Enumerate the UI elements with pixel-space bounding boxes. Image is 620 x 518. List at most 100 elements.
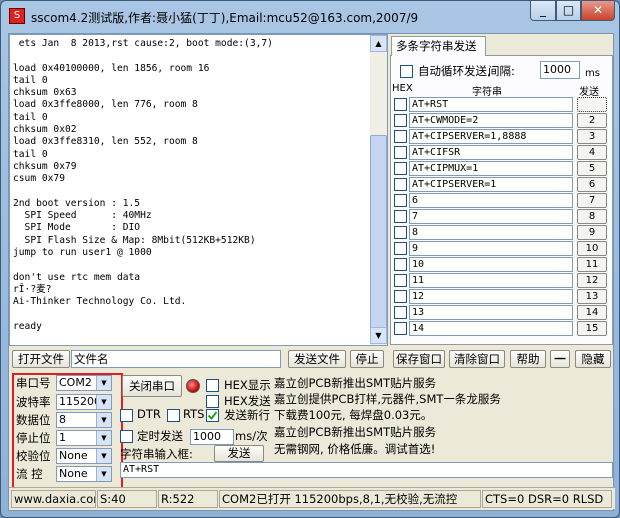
row-hex-checkbox[interactable] (394, 98, 407, 111)
terminal-scrollbar[interactable]: ▲ ▼ (370, 35, 387, 345)
ad-line[interactable]: 嘉立创提供PCB打样,元器件,SMT一条龙服务 (274, 391, 501, 407)
row-string-input[interactable]: AT+CIPMUX=1 (409, 161, 573, 176)
hex-send-checkbox[interactable] (206, 395, 219, 408)
row-hex-checkbox[interactable] (394, 146, 407, 159)
hide-button[interactable]: 隐藏 (575, 350, 611, 368)
chevron-down-icon[interactable]: ▼ (96, 395, 111, 409)
status-bar: www.daxia.com S:40 R:522 COM2已打开 115200b… (9, 487, 615, 509)
row-string-input[interactable]: AT+CIPSERVER=1,8888 (409, 129, 573, 144)
databits-select[interactable]: 8 ▼ (56, 412, 112, 428)
timed-interval-input[interactable]: 1000 (190, 429, 234, 445)
row-hex-checkbox[interactable] (394, 226, 407, 239)
chevron-down-icon[interactable]: ▼ (96, 413, 111, 427)
send-button[interactable]: 发送 (214, 445, 264, 462)
timed-send-checkbox[interactable] (120, 430, 133, 443)
clear-window-button[interactable]: 清除窗口 (449, 350, 505, 368)
row-send-button[interactable]: 4 (577, 145, 607, 160)
row-send-button[interactable]: 2 (577, 113, 607, 128)
row-send-button[interactable] (577, 97, 607, 112)
row-string-input[interactable]: 14 (409, 321, 573, 336)
row-send-button[interactable]: 11 (577, 257, 607, 272)
scroll-up-arrow-icon[interactable]: ▲ (370, 35, 387, 52)
chevron-down-icon[interactable]: ▼ (96, 467, 111, 481)
stop-button[interactable]: 停止 (350, 350, 384, 368)
row-hex-checkbox[interactable] (394, 274, 407, 287)
chevron-down-icon[interactable]: ▼ (96, 376, 111, 390)
row-send-button[interactable]: 10 (577, 241, 607, 256)
chevron-down-icon[interactable]: ▼ (96, 431, 111, 445)
stopbits-select[interactable]: 1 ▼ (56, 430, 112, 446)
row-hex-checkbox[interactable] (394, 162, 407, 175)
status-received-count: R:522 (158, 490, 218, 508)
auto-loop-checkbox[interactable] (400, 65, 413, 78)
minimize-button[interactable]: _ (530, 1, 556, 21)
row-hex-checkbox[interactable] (394, 322, 407, 335)
ad-line[interactable]: 下载费100元, 每焊盘0.03元。 (274, 407, 432, 423)
row-string-input[interactable]: AT+CIPSERVER=1 (409, 177, 573, 192)
row-hex-checkbox[interactable] (394, 130, 407, 143)
row-send-button[interactable]: 5 (577, 161, 607, 176)
flow-select[interactable]: None ▼ (56, 466, 112, 482)
receive-terminal[interactable]: ets Jan 8 2013,rst cause:2, boot mode:(3… (9, 34, 388, 346)
row-send-button[interactable]: 9 (577, 225, 607, 240)
row-string-input[interactable]: 6 (409, 193, 573, 208)
row-send-button[interactable]: 8 (577, 209, 607, 224)
row-hex-checkbox[interactable] (394, 242, 407, 255)
filename-input[interactable]: 文件名 (71, 350, 281, 368)
row-send-button[interactable]: 13 (577, 289, 607, 304)
row-string-input[interactable]: AT+CIFSR (409, 145, 573, 160)
scrollbar-thumb[interactable] (370, 135, 387, 340)
row-string-input[interactable]: AT+CWMODE=2 (409, 113, 573, 128)
row-send-button[interactable]: 14 (577, 305, 607, 320)
tab-multi-string[interactable]: 多条字符串发送 (391, 36, 486, 56)
status-url[interactable]: www.daxia.com (11, 490, 96, 508)
send-file-button[interactable]: 发送文件 (288, 350, 346, 368)
row-string-input[interactable]: 8 (409, 225, 573, 240)
scroll-down-arrow-icon[interactable]: ▼ (370, 327, 387, 344)
send-input[interactable]: AT+RST (120, 462, 613, 478)
interval-input[interactable]: 1000 (540, 61, 580, 79)
row-hex-checkbox[interactable] (394, 290, 407, 303)
dtr-checkbox[interactable] (120, 409, 133, 422)
port-select[interactable]: COM2 ▼ (56, 375, 112, 391)
title-bar[interactable]: S sscom4.2测试版,作者:聂小猛(丁丁),Email:mcu52@163… (1, 1, 620, 33)
row-string-input[interactable]: 7 (409, 209, 573, 224)
row-hex-checkbox[interactable] (394, 306, 407, 319)
baud-select[interactable]: 115200 ▼ (56, 394, 112, 410)
row-string-input[interactable]: 11 (409, 273, 573, 288)
row-send-button[interactable]: 7 (577, 193, 607, 208)
help-button[interactable]: 帮助 (510, 350, 546, 368)
row-send-button[interactable]: 6 (577, 177, 607, 192)
ad-line[interactable]: 嘉立创PCB新推出SMT贴片服务 (274, 375, 436, 391)
ad-panel: 嘉立创PCB新推出SMT贴片服务 嘉立创提供PCB打样,元器件,SMT一条龙服务… (274, 373, 613, 459)
ad-line[interactable]: 无需钢网, 价格低廉。调试首选! (274, 441, 435, 457)
row-string-input[interactable]: 12 (409, 289, 573, 304)
parity-select[interactable]: None ▼ (56, 448, 112, 464)
open-file-button[interactable]: 打开文件 (12, 350, 70, 368)
ad-line[interactable]: 嘉立创PCB新推出SMT贴片服务 (274, 424, 436, 440)
maximize-button[interactable]: □ (556, 1, 581, 21)
row-hex-checkbox[interactable] (394, 114, 407, 127)
rts-checkbox[interactable] (167, 409, 180, 422)
row-hex-checkbox[interactable] (394, 178, 407, 191)
row-hex-checkbox[interactable] (394, 210, 407, 223)
close-port-button[interactable]: 关闭串口 (122, 375, 182, 397)
hex-show-label: HEX显示 (224, 378, 271, 392)
collapse-button[interactable]: 一 (550, 350, 570, 368)
row-string-input[interactable]: 9 (409, 241, 573, 256)
row-hex-checkbox[interactable] (394, 194, 407, 207)
save-window-button[interactable]: 保存窗口 (393, 350, 445, 368)
timed-unit-label: ms/次 (235, 429, 268, 443)
row-string-input[interactable]: AT+RST (409, 97, 573, 112)
hex-show-checkbox[interactable] (206, 379, 219, 392)
send-newline-checkbox[interactable] (206, 409, 219, 422)
row-string-input[interactable]: 13 (409, 305, 573, 320)
row-send-button[interactable]: 3 (577, 129, 607, 144)
row-hex-checkbox[interactable] (394, 258, 407, 271)
chevron-down-icon[interactable]: ▼ (96, 449, 111, 463)
close-button[interactable]: ✕ (581, 1, 615, 21)
row-send-button[interactable]: 15 (577, 321, 607, 336)
row-string-input[interactable]: 10 (409, 257, 573, 272)
row-send-button[interactable]: 12 (577, 273, 607, 288)
databits-select-value: 8 (59, 413, 66, 426)
